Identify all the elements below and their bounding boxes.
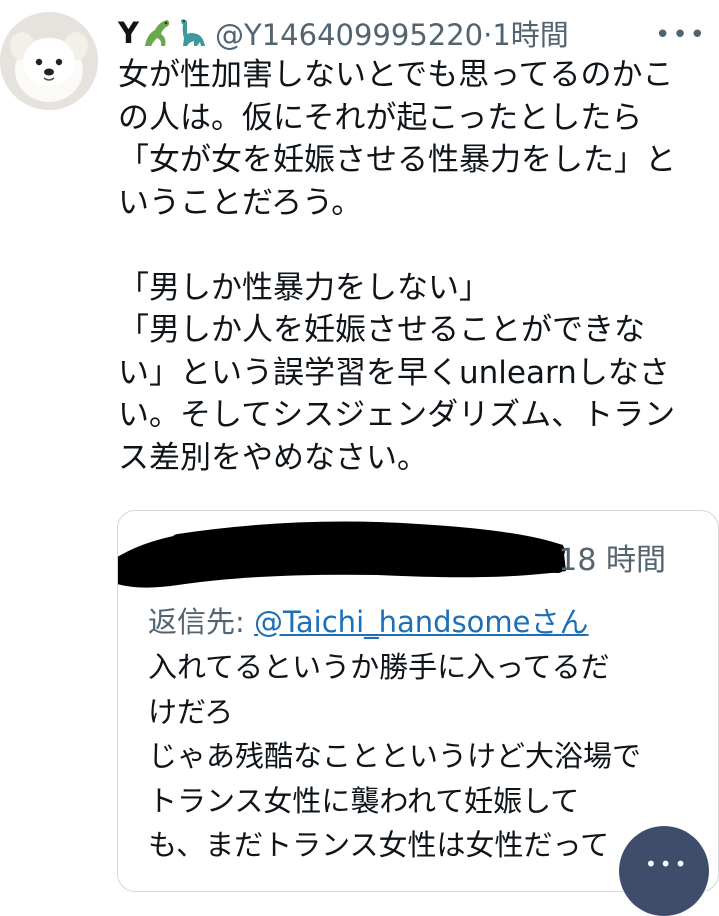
sauropod-icon (175, 16, 207, 50)
more-options-icon[interactable]: ••• (655, 20, 707, 50)
display-name[interactable]: Y (118, 16, 139, 50)
tweet-header: Y @Y146409995220·1時間 ••• (118, 12, 719, 54)
more-icon: ••• (645, 852, 690, 876)
quoted-tweet-card[interactable]: 18 時間 返信先: @Taichi_handsomeさん 入れてるというか勝手… (117, 510, 719, 892)
avatar[interactable] (0, 12, 98, 110)
lizard-icon (141, 16, 173, 50)
floating-action-button[interactable]: ••• (619, 826, 709, 916)
quoted-tweet-time[interactable]: 18 時間 (558, 535, 666, 579)
puppy-avatar-image (0, 12, 98, 110)
reply-prefix: 返信先: (148, 605, 254, 639)
reply-to-line: 返信先: @Taichi_handsomeさん (148, 599, 589, 641)
reply-handle-link[interactable]: @Taichi_handsomeさん (254, 605, 589, 639)
quoted-tweet-body: 入れてるというか勝手に入ってるだ けだろ じゃあ残酷なことというけど大浴場で ト… (148, 650, 642, 862)
tweet-body: 女が性加害しないとでも思ってるのかこ の人は。仮にそれが起こったとしたら 「女が… (118, 57, 676, 476)
handle-and-time[interactable]: @Y146409995220·1時間 (215, 12, 569, 54)
